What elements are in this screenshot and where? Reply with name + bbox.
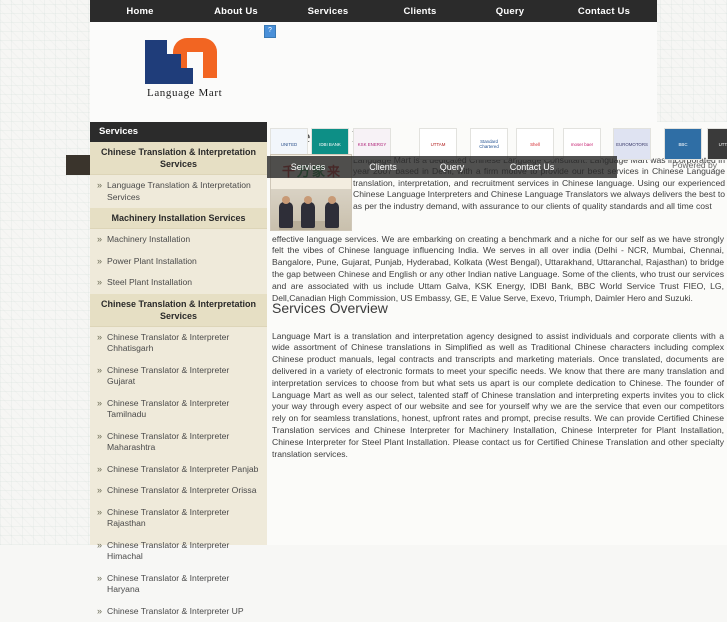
bullet-icon: »	[97, 507, 102, 519]
sidebar-item-translator-himachal[interactable]: » Chinese Translator & Interpreter Himac…	[90, 535, 267, 568]
logo-wordmark: Language Mart	[147, 87, 222, 99]
nav-item-clients[interactable]: Clients	[374, 6, 466, 17]
bullet-icon: »	[97, 180, 102, 192]
sidebar-item-translator-haryana[interactable]: » Chinese Translator & Interpreter Harya…	[90, 568, 267, 601]
sidebar-item-translator-up[interactable]: » Chinese Translator & Interpreter UP	[90, 601, 267, 622]
subnav-item-clients[interactable]: Clients	[349, 162, 417, 172]
bullet-icon: »	[97, 431, 102, 443]
decorative-left-block	[66, 155, 90, 175]
nav-item-query[interactable]: Query	[466, 6, 554, 17]
broken-image-icon: ?	[264, 25, 276, 38]
services-sidebar: Services Chinese Translation & Interpret…	[90, 122, 268, 545]
sidebar-item-translator-rajasthan[interactable]: » Chinese Translator & Interpreter Rajas…	[90, 502, 267, 535]
bullet-icon: »	[97, 256, 102, 268]
nav-item-home[interactable]: Home	[90, 6, 190, 17]
bullet-icon: »	[97, 332, 102, 344]
bullet-icon: »	[97, 365, 102, 377]
bullet-icon: »	[97, 485, 102, 497]
subnav-item-query[interactable]: Query	[417, 162, 487, 172]
bullet-icon: »	[97, 540, 102, 552]
bullet-icon: »	[97, 464, 102, 476]
sidebar-item-translator-panjab[interactable]: » Chinese Translator & Interpreter Panja…	[90, 459, 267, 481]
logo-mark-icon	[145, 38, 217, 84]
bullet-icon: »	[97, 573, 102, 585]
services-overview-paragraph: Language Mart is a translation and inter…	[272, 331, 724, 461]
sidebar-category-chinese-translation-1: Chinese Translation & Interpretation Ser…	[90, 142, 267, 175]
sidebar-item-translator-maharashtra[interactable]: » Chinese Translator & Interpreter Mahar…	[90, 426, 267, 459]
sidebar-item-translator-tamilnadu[interactable]: » Chinese Translator & Interpreter Tamil…	[90, 393, 267, 426]
bullet-icon: »	[97, 606, 102, 618]
sidebar-item-power-plant-installation[interactable]: » Power Plant Installation	[90, 251, 267, 273]
client-logo-9[interactable]: BBC	[664, 128, 702, 160]
sidebar-item-translator-orissa[interactable]: » Chinese Translator & Interpreter Oriss…	[90, 480, 267, 502]
client-logo-8[interactable]: EUROMOTORS	[613, 128, 651, 160]
powered-by-label: Powered by	[672, 160, 717, 170]
sidebar-item-translator-gujarat[interactable]: » Chinese Translator & Interpreter Gujar…	[90, 360, 267, 393]
subnav-item-services[interactable]: Services	[267, 162, 349, 172]
site-header: ? Language Mart	[90, 22, 657, 123]
client-logo-10[interactable]: UTTAM	[707, 128, 727, 160]
page-root: Home About Us Services Clients Query Con…	[0, 0, 727, 545]
sidebar-category-chinese-translation-2: Chinese Translation & Interpretation Ser…	[90, 294, 267, 327]
nav-item-about-us[interactable]: About Us	[190, 6, 282, 17]
intro-paragraph-continued: effective language services. We are emba…	[272, 234, 724, 305]
sidebar-item-language-translation[interactable]: » Language Translation & Interpretation …	[90, 175, 267, 208]
bullet-icon: »	[97, 277, 102, 289]
sidebar-item-machinery-installation[interactable]: » Machinery Installation	[90, 229, 267, 251]
sidebar-title: Services	[90, 122, 267, 142]
subnav-item-contact-us[interactable]: Contact Us	[487, 162, 577, 172]
sidebar-category-machinery-installation: Machinery Installation Services	[90, 208, 267, 229]
secondary-navigation: Services Clients Query Contact Us	[267, 156, 617, 178]
sidebar-item-translator-chhatisgarh[interactable]: » Chinese Translator & Interpreter Chhat…	[90, 327, 267, 360]
promo-handshake-photo	[271, 189, 351, 230]
site-logo[interactable]: Language Mart	[145, 38, 222, 99]
nav-item-contact-us[interactable]: Contact Us	[554, 6, 654, 17]
nav-item-services[interactable]: Services	[282, 6, 374, 17]
bullet-icon: »	[97, 234, 102, 246]
bullet-icon: »	[97, 398, 102, 410]
sidebar-item-steel-plant-installation[interactable]: » Steel Plant Installation	[90, 272, 267, 294]
main-content: ome angu Mart UNITED IDBI BANK KSK ENERG…	[267, 122, 727, 545]
main-navigation: Home About Us Services Clients Query Con…	[90, 0, 657, 22]
